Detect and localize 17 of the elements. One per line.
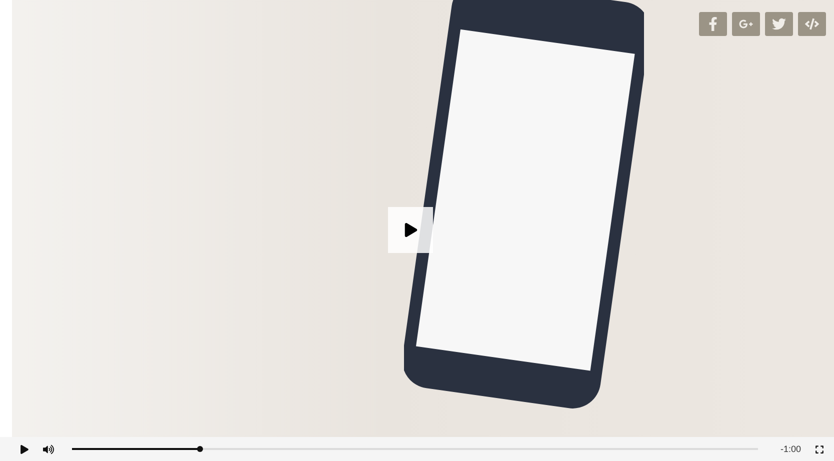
- letter-g-icon: [739, 17, 753, 31]
- play-icon: [404, 223, 418, 237]
- share-button[interactable]: [765, 12, 793, 36]
- play-icon: [20, 444, 29, 454]
- fullscreen-button[interactable]: [815, 444, 824, 454]
- share-button[interactable]: [699, 12, 727, 36]
- progress-handle[interactable]: [196, 446, 203, 452]
- bird-icon: [772, 17, 786, 31]
- share-button[interactable]: [798, 12, 826, 36]
- code-icon: [805, 17, 819, 31]
- remaining-time: -1:00: [780, 444, 801, 454]
- play-button[interactable]: [20, 444, 29, 454]
- volume-button[interactable]: [43, 444, 54, 454]
- speaker-icon: [43, 444, 54, 454]
- play-overlay-button[interactable]: [388, 207, 433, 253]
- share-button[interactable]: [732, 12, 760, 36]
- fullscreen-icon: [815, 444, 824, 454]
